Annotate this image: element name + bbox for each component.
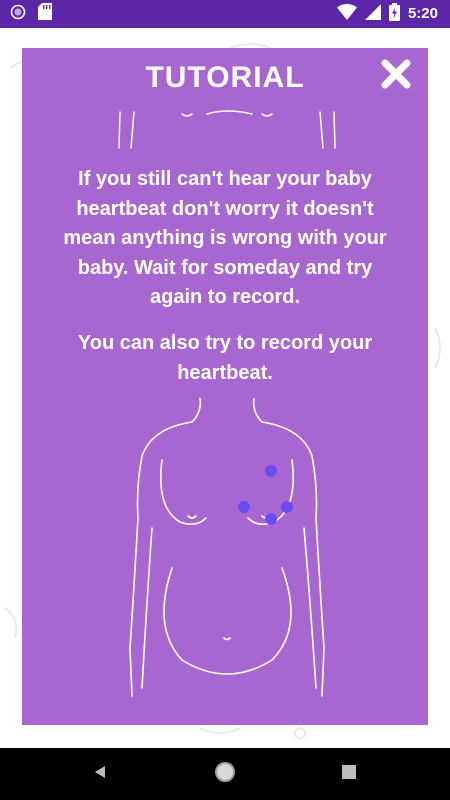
home-button[interactable]: [213, 761, 237, 788]
recent-apps-button[interactable]: [337, 762, 361, 786]
close-button[interactable]: [378, 58, 414, 94]
tutorial-text-1: If you still can't hear your baby heartb…: [63, 168, 387, 308]
recent-apps-square-icon: [342, 764, 356, 784]
status-bar: 5:20: [0, 0, 450, 28]
wifi-icon: [336, 3, 357, 25]
home-circle-icon: [214, 761, 236, 788]
illustration-top-edge: [118, 110, 336, 149]
sd-card-icon: [38, 3, 52, 25]
pregnant-torso-illustration: [129, 398, 325, 697]
back-button[interactable]: [88, 762, 112, 786]
close-x-icon: [381, 59, 411, 94]
dialog-title: TUTORIAL: [145, 61, 305, 94]
status-time: 5:20: [407, 5, 438, 22]
navigation-bar: [0, 748, 450, 800]
circle-notification-icon: [10, 4, 26, 25]
tutorial-dialog: TUTORIAL If you still can't hear your ba…: [22, 48, 428, 725]
tutorial-text-2: You can also try to record your heartbea…: [77, 332, 373, 384]
battery-charging-icon: [388, 2, 400, 26]
cellular-signal-icon: [364, 3, 381, 25]
back-triangle-icon: [92, 764, 108, 785]
